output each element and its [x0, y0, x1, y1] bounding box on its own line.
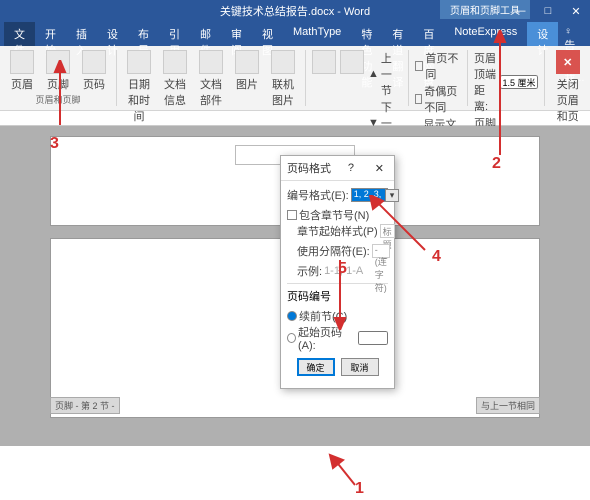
dialog-titlebar[interactable]: 页码格式 ? ✕ [281, 156, 394, 181]
doc-filename: 关键技术总结报告.docx - Word [220, 3, 370, 19]
menu-insert[interactable]: 插入 [66, 22, 97, 46]
menu-home[interactable]: 开始 [35, 22, 66, 46]
quickparts-button[interactable]: 文档部件 [195, 50, 227, 108]
menu-design-context[interactable]: 设计 [527, 22, 558, 46]
footer-tag-left: 页脚 - 第 2 节 - [50, 397, 120, 414]
ribbon-group-options: 首页不同 奇偶页不同 显示文档文字 选项 [409, 50, 468, 106]
header-button[interactable]: 页眉 [6, 50, 38, 92]
menu-features[interactable]: 特色功能 [351, 22, 382, 46]
ribbon-group-headerfooter: 页眉 页脚 页码 页眉和页脚 [0, 50, 117, 106]
separator-select: - (连字符) [372, 244, 390, 258]
ribbon-group-close: ✕ 关闭页眉和页脚 关闭 [545, 50, 590, 106]
numbering-label: 页码编号 [287, 288, 388, 304]
prev-section[interactable]: ▲ 上一节 [368, 50, 402, 98]
menu-noteexpress[interactable]: NoteExpress [444, 22, 527, 46]
number-format-label: 编号格式(E): [287, 187, 349, 203]
start-at-radio[interactable]: 起始页码(A): [287, 324, 388, 352]
dialog-close-icon[interactable]: ✕ [371, 162, 388, 175]
page-number-button[interactable]: 页码 [78, 50, 110, 92]
tell-me[interactable]: ♀ 告诉我... [558, 22, 590, 46]
close-icon: ✕ [556, 50, 580, 74]
ribbon: 页眉 页脚 页码 页眉和页脚 日期和时间 文档信息 文档部件 图片 联机图片 插… [0, 46, 590, 111]
diff-odd-even[interactable]: 奇偶页不同 [415, 83, 461, 115]
chapter-style-label: 章节起始样式(P) [297, 223, 378, 239]
header-dist-label: 页眉顶端距离: [474, 50, 498, 114]
menu-mathtype[interactable]: MathType [283, 22, 351, 46]
example-label: 示例: [297, 263, 322, 279]
footer-tag-right: 与上一节相同 [476, 397, 540, 414]
ok-button[interactable]: 确定 [297, 358, 335, 376]
datetime-button[interactable]: 日期和时间 [123, 50, 155, 124]
menu-file[interactable]: 文件 [4, 22, 35, 46]
menu-layout[interactable]: 布局 [128, 22, 159, 46]
page-number-format-dialog: 页码格式 ? ✕ 编号格式(E): 1, 2, 3, ... 包含章节号(N) … [280, 155, 395, 389]
menu-mail[interactable]: 邮件 [190, 22, 221, 46]
menu-baidu[interactable]: 百度网盘 [413, 22, 444, 46]
menu-references[interactable]: 引用 [159, 22, 190, 46]
goto-header-button[interactable] [312, 50, 336, 76]
example-value: 1-1, 1-A [324, 265, 363, 277]
ribbon-group-position: 页眉顶端距离: 页脚底端距离: 插入"对齐方式"选项卡 位置 [468, 50, 545, 106]
start-at-input[interactable] [358, 331, 388, 345]
min-button[interactable]: — [506, 5, 534, 18]
header-dist-input[interactable] [500, 75, 538, 89]
menu-design[interactable]: 设计 [97, 22, 128, 46]
continue-radio[interactable]: 续前节(C) [287, 308, 388, 324]
ribbon-group-nav: ▲ 上一节 ▼ 下一节 链接到前一条页眉 导航 [306, 50, 409, 106]
close-button[interactable]: ✕ [562, 5, 590, 18]
cancel-button[interactable]: 取消 [341, 358, 379, 376]
group-label: 页眉和页脚 [6, 93, 110, 106]
menu-view[interactable]: 视图 [252, 22, 283, 46]
docinfo-button[interactable]: 文档信息 [159, 50, 191, 108]
annotation-1: 1 [355, 480, 364, 498]
window-buttons: — □ ✕ [506, 5, 590, 18]
include-chapter-checkbox[interactable]: 包含章节号(N) [287, 207, 388, 223]
dialog-help-icon[interactable]: ? [348, 162, 354, 174]
picture-button[interactable]: 图片 [231, 50, 263, 92]
menu-review[interactable]: 审阅 [221, 22, 252, 46]
footer-button[interactable]: 页脚 [42, 50, 74, 92]
number-format-select[interactable]: 1, 2, 3, ... [351, 188, 388, 202]
dialog-title: 页码格式 [287, 160, 331, 176]
separator-label: 使用分隔符(E): [297, 243, 370, 259]
goto-footer-button[interactable] [340, 50, 364, 76]
chapter-style-select: 标题 1 [380, 224, 395, 238]
online-picture-button[interactable]: 联机图片 [267, 50, 299, 108]
diff-first-page[interactable]: 首页不同 [415, 50, 461, 82]
max-button[interactable]: □ [534, 5, 562, 18]
menu-youdao[interactable]: 有道翻译 [382, 22, 413, 46]
title-bar: 关键技术总结报告.docx - Word 页眉和页脚工具 — □ ✕ [0, 0, 590, 22]
ribbon-group-insert: 日期和时间 文档信息 文档部件 图片 联机图片 插入 [117, 50, 306, 106]
menu-bar: 文件 开始 插入 设计 布局 引用 邮件 审阅 视图 MathType 特色功能… [0, 22, 590, 46]
